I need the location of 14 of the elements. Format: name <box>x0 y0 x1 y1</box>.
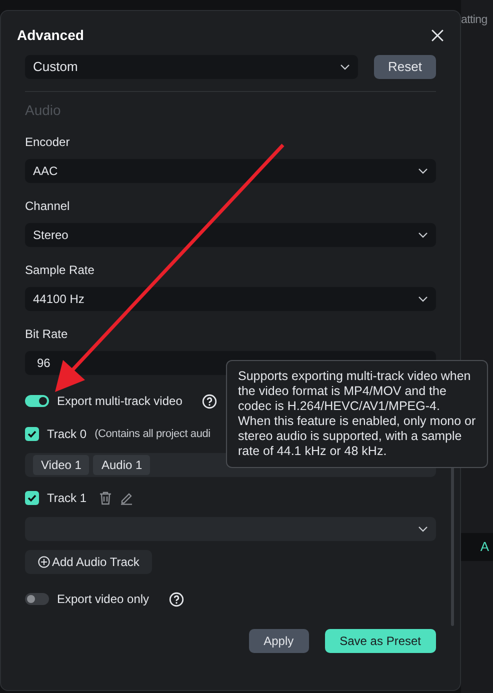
track-note: (Contains all project audi <box>94 426 210 442</box>
column-label: A <box>480 538 489 556</box>
section-heading: Audio <box>25 101 62 119</box>
dialog-title: Advanced <box>17 26 84 45</box>
track-tag: Video 1 <box>33 455 90 475</box>
field-label: Bit Rate <box>25 327 69 341</box>
field-label: Channel <box>25 199 71 213</box>
field-label: Sample Rate <box>25 263 96 277</box>
track-label: Track 0 <box>47 426 87 443</box>
track-tag: Audio 1 <box>93 455 150 475</box>
toggle-label: Export video only <box>57 591 150 608</box>
toggle-label: Export multi-track video <box>57 393 182 410</box>
track-label: Track 1 <box>47 490 87 507</box>
field-label: Encoder <box>25 135 71 149</box>
